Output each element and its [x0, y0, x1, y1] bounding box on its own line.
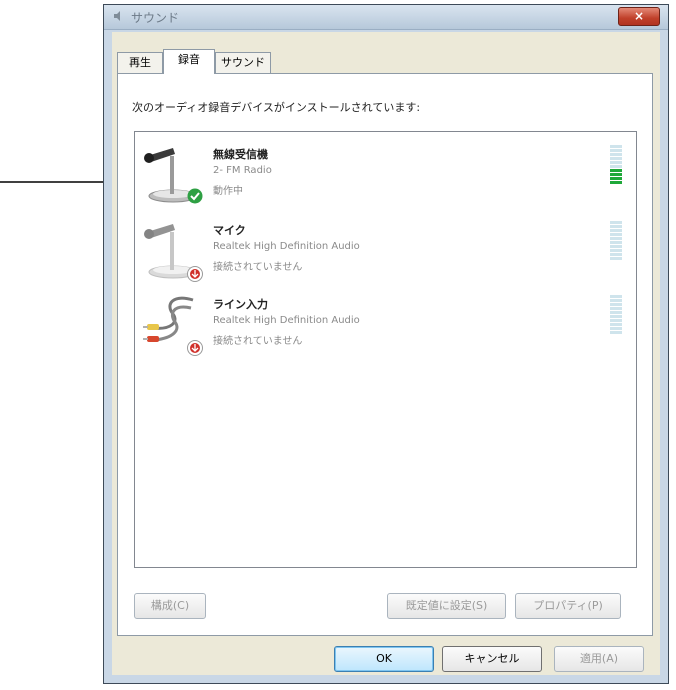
meter-segment — [610, 173, 622, 176]
meter-segment — [610, 153, 622, 156]
recording-panel: 次のオーディオ録音デバイスがインストールされています: 無線受信機 2- FM … — [117, 73, 653, 636]
tab-recording[interactable]: 録音 — [163, 49, 215, 74]
device-fm-radio[interactable]: 無線受信機 2- FM Radio 動作中 — [143, 144, 623, 214]
device-description: 2- FM Radio — [213, 165, 272, 176]
tab-playback[interactable]: 再生 — [117, 52, 163, 73]
device-status: 接続されていません — [213, 262, 303, 273]
meter-segment — [610, 249, 622, 252]
device-status: 動作中 — [213, 186, 243, 197]
device-list[interactable]: 無線受信機 2- FM Radio 動作中 マイク Realtek High D… — [134, 131, 637, 568]
meter-segment — [610, 241, 622, 244]
device-line-in[interactable]: ライン入力 Realtek High Definition Audio 接続され… — [143, 294, 623, 364]
tab-sounds[interactable]: サウンド — [215, 52, 271, 73]
meter-segment — [610, 237, 622, 240]
meter-segment — [610, 307, 622, 310]
red-down-arrow-icon — [187, 266, 203, 282]
meter-segment — [610, 323, 622, 326]
red-down-arrow-icon — [187, 340, 203, 356]
meter-segment — [610, 253, 622, 256]
meter-segment — [610, 311, 622, 314]
configure-button[interactable]: 構成(C) — [134, 593, 206, 619]
meter-segment — [610, 245, 622, 248]
device-description: Realtek High Definition Audio — [213, 241, 360, 252]
meter-segment — [610, 169, 622, 172]
apply-button[interactable]: 適用(A) — [554, 646, 644, 672]
meter-segment — [610, 257, 622, 260]
level-meter — [610, 221, 622, 260]
set-default-button[interactable]: 既定値に設定(S) — [387, 593, 506, 619]
sound-dialog: サウンド × 再生 録音 サウンド 次のオーディオ録音デバイスがインストールされ… — [103, 4, 669, 684]
meter-segment — [610, 331, 622, 334]
meter-segment — [610, 299, 622, 302]
device-name: 無線受信機 — [213, 148, 268, 161]
meter-segment — [610, 233, 622, 236]
device-status: 接続されていません — [213, 336, 303, 347]
meter-segment — [610, 229, 622, 232]
title-bar: サウンド × — [104, 5, 668, 30]
window-title: サウンド — [131, 11, 180, 25]
instruction-text: 次のオーディオ録音デバイスがインストールされています: — [132, 101, 421, 114]
meter-segment — [610, 221, 622, 224]
device-microphone[interactable]: マイク Realtek High Definition Audio 接続されてい… — [143, 220, 623, 290]
meter-segment — [610, 145, 622, 148]
meter-segment — [610, 161, 622, 164]
speaker-icon — [114, 11, 120, 21]
device-name: ライン入力 — [213, 298, 268, 311]
meter-segment — [610, 225, 622, 228]
green-check-icon — [187, 188, 203, 204]
meter-segment — [610, 327, 622, 330]
close-button[interactable]: × — [618, 7, 660, 26]
dialog-body: 再生 録音 サウンド 次のオーディオ録音デバイスがインストールされています: 無… — [112, 32, 660, 675]
properties-button[interactable]: プロパティ(P) — [515, 593, 621, 619]
device-description: Realtek High Definition Audio — [213, 315, 360, 326]
level-meter — [610, 145, 622, 184]
ok-button[interactable]: OK — [334, 646, 434, 672]
meter-segment — [610, 295, 622, 298]
meter-segment — [610, 165, 622, 168]
meter-segment — [610, 157, 622, 160]
meter-segment — [610, 315, 622, 318]
device-name: マイク — [213, 224, 246, 237]
meter-segment — [610, 303, 622, 306]
meter-segment — [610, 181, 622, 184]
meter-segment — [610, 319, 622, 322]
meter-segment — [610, 149, 622, 152]
meter-segment — [610, 177, 622, 180]
cancel-button[interactable]: キャンセル — [442, 646, 542, 672]
level-meter — [610, 295, 622, 334]
